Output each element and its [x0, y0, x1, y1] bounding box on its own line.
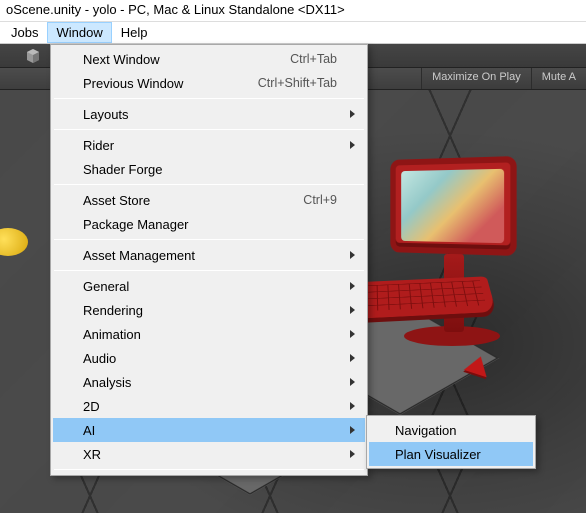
menubar-item-jobs[interactable]: Jobs — [2, 22, 47, 43]
submenu-item-plan-visualizer[interactable]: Plan Visualizer — [369, 442, 533, 466]
window-title: oScene.unity - yolo - PC, Mac & Linux St… — [0, 0, 586, 22]
menu-separator — [54, 239, 364, 240]
menu-item-package-manager[interactable]: Package Manager — [53, 212, 365, 236]
menu-item-shortcut: Ctrl+Shift+Tab — [258, 76, 337, 90]
menu-separator — [54, 270, 364, 271]
menu-item-audio[interactable]: Audio — [53, 346, 365, 370]
menu-item-previous-window[interactable]: Previous WindowCtrl+Shift+Tab — [53, 71, 365, 95]
menu-item-label: Animation — [83, 327, 337, 342]
menu-item-asset-store[interactable]: Asset StoreCtrl+9 — [53, 188, 365, 212]
menu-item-label: Layouts — [83, 107, 337, 122]
menu-item-label: XR — [83, 447, 337, 462]
menu-item-next-window[interactable]: Next WindowCtrl+Tab — [53, 47, 365, 71]
cube-icon[interactable] — [24, 47, 42, 65]
menu-item-label: Analysis — [83, 375, 337, 390]
menu-item-label: Rider — [83, 138, 337, 153]
menu-item-xr[interactable]: XR — [53, 442, 365, 466]
submenu-item-label: Plan Visualizer — [395, 447, 515, 462]
menu-item-shortcut: Ctrl+Tab — [290, 52, 337, 66]
menu-separator — [54, 184, 364, 185]
menu-item-layouts[interactable]: Layouts — [53, 102, 365, 126]
menu-item-2d[interactable]: 2D — [53, 394, 365, 418]
menu-item-label: Next Window — [83, 52, 290, 67]
submenu-item-navigation[interactable]: Navigation — [369, 418, 533, 442]
menu-item-analysis[interactable]: Analysis — [53, 370, 365, 394]
menu-item-ai[interactable]: AI — [53, 418, 365, 442]
scene-object-computer — [346, 158, 516, 418]
menubar-item-window[interactable]: Window — [47, 22, 111, 43]
menu-item-label: Asset Management — [83, 248, 337, 263]
menu-separator — [54, 469, 364, 470]
submenu-item-label: Navigation — [395, 423, 515, 438]
menu-separator — [54, 129, 364, 130]
mute-audio-button[interactable]: Mute A — [531, 68, 586, 89]
menu-item-rendering[interactable]: Rendering — [53, 298, 365, 322]
maximize-on-play-button[interactable]: Maximize On Play — [421, 68, 531, 89]
menubar-item-help[interactable]: Help — [112, 22, 157, 43]
menu-item-label: General — [83, 279, 337, 294]
menu-bar: Jobs Window Help — [0, 22, 586, 44]
menu-item-label: AI — [83, 423, 337, 438]
menu-item-label: Asset Store — [83, 193, 303, 208]
ai-submenu: Navigation Plan Visualizer — [366, 415, 536, 469]
menu-item-label: Package Manager — [83, 217, 337, 232]
menu-item-label: 2D — [83, 399, 337, 414]
menu-item-general[interactable]: General — [53, 274, 365, 298]
menu-separator — [54, 98, 364, 99]
menu-item-shader-forge[interactable]: Shader Forge — [53, 157, 365, 181]
menu-item-asset-management[interactable]: Asset Management — [53, 243, 365, 267]
menu-item-label: Previous Window — [83, 76, 258, 91]
menu-item-label: Audio — [83, 351, 337, 366]
window-menu-dropdown: Next WindowCtrl+TabPrevious WindowCtrl+S… — [50, 44, 368, 476]
menu-item-label: Rendering — [83, 303, 337, 318]
menu-item-rider[interactable]: Rider — [53, 133, 365, 157]
menu-item-shortcut: Ctrl+9 — [303, 193, 337, 207]
menu-item-label: Shader Forge — [83, 162, 337, 177]
menu-item-animation[interactable]: Animation — [53, 322, 365, 346]
